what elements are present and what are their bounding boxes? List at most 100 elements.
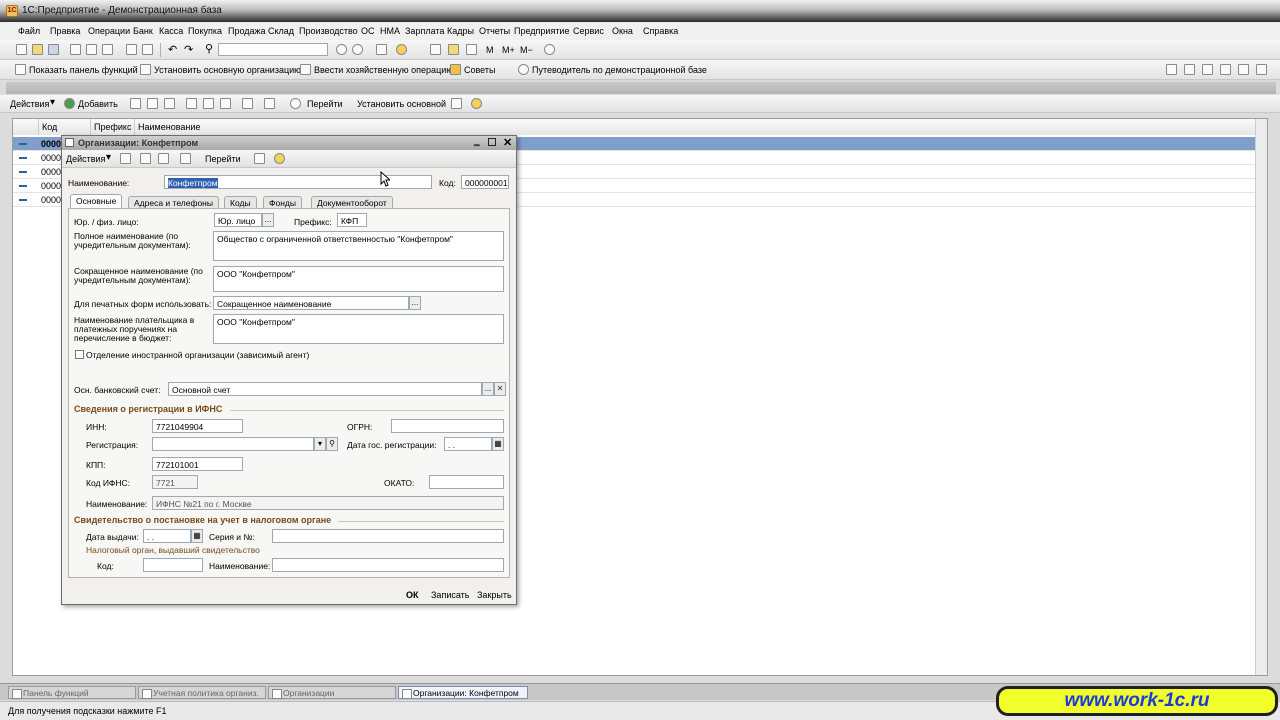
registration-dropdown-icon[interactable]: ▾ (314, 437, 326, 451)
new-icon[interactable] (16, 44, 27, 55)
fns-code-input[interactable]: 7721 (152, 475, 198, 489)
reg-date-calendar-icon[interactable]: ▦ (492, 437, 504, 451)
edit-icon[interactable] (147, 98, 158, 109)
prefix-input[interactable]: КФП (337, 213, 367, 227)
task-functions-panel[interactable]: Панель функций (8, 686, 136, 699)
tab-document-flow[interactable]: Документооборот (311, 196, 393, 208)
memory-mplus-icon[interactable]: M+ (502, 45, 515, 55)
memory-mminus-icon[interactable]: M− (520, 45, 533, 55)
minimize-icon[interactable]: ‗ (474, 136, 480, 147)
menu-windows[interactable]: Окна (612, 26, 633, 36)
right-tool-3-icon[interactable] (1202, 64, 1213, 75)
bank-account-clear-icon[interactable]: ✕ (494, 382, 506, 396)
tips-button[interactable]: Советы (464, 65, 495, 75)
code-input[interactable]: 000000001 (461, 175, 509, 189)
menu-fixed-assets[interactable]: ОС (361, 26, 375, 36)
delete-icon[interactable] (164, 98, 175, 109)
go-icon[interactable] (264, 98, 275, 109)
menu-service[interactable]: Сервис (573, 26, 604, 36)
filter-list-icon[interactable] (220, 98, 231, 109)
dialog-actions-arrow-icon[interactable]: ▾ (106, 152, 111, 163)
entity-type-select-button[interactable]: ... (262, 213, 274, 227)
refresh-icon[interactable] (290, 98, 301, 109)
memory-m-icon[interactable]: M (486, 45, 494, 55)
task-organizations[interactable]: Организации (268, 686, 396, 699)
ok-button[interactable]: ОК (406, 590, 419, 600)
copy-icon[interactable] (86, 44, 97, 55)
issuer-name-input[interactable] (272, 558, 504, 572)
menu-edit[interactable]: Правка (50, 26, 80, 36)
menu-production[interactable]: Производство (299, 26, 358, 36)
set-main-org-button[interactable]: Установить основную организацию (154, 65, 301, 75)
full-name-input[interactable]: Общество с ограниченной ответственностью… (213, 231, 504, 261)
show-panel-button[interactable]: Показать панель функций (29, 65, 138, 75)
foreign-branch-checkbox[interactable] (75, 350, 84, 359)
issue-date-input[interactable]: . . (143, 529, 191, 543)
menu-purchase[interactable]: Покупка (188, 26, 222, 36)
right-tool-4-icon[interactable] (1220, 64, 1231, 75)
dialog-save-icon[interactable] (120, 153, 131, 164)
dialog-copy-icon[interactable] (140, 153, 151, 164)
menu-hr[interactable]: Кадры (447, 26, 474, 36)
list-help-icon[interactable] (471, 98, 482, 109)
reg-date-input[interactable]: . . (444, 437, 492, 451)
dialog-settings-icon[interactable] (254, 153, 265, 164)
bank-account-input[interactable]: Основной счет (168, 382, 482, 396)
list-header-code[interactable]: Код (39, 119, 91, 135)
filter-off-icon[interactable] (242, 98, 253, 109)
menu-operations[interactable]: Операции (88, 26, 130, 36)
menu-cash[interactable]: Касса (159, 26, 183, 36)
save-icon[interactable] (48, 44, 59, 55)
dialog-help-icon[interactable] (274, 153, 285, 164)
guide-button[interactable]: Путеводитель по демонстрационной базе (532, 65, 707, 75)
ogrn-input[interactable] (391, 419, 504, 433)
bookmark-icon[interactable] (376, 44, 387, 55)
dialog-history-icon[interactable] (158, 153, 169, 164)
tab-addresses[interactable]: Адреса и телефоны (128, 196, 219, 208)
undo-icon[interactable]: ↶ (168, 43, 177, 56)
menu-sales[interactable]: Продажа (228, 26, 266, 36)
print-preview-icon[interactable] (126, 44, 137, 55)
dialog-go-icon[interactable] (180, 153, 191, 164)
journal-icon[interactable] (430, 44, 441, 55)
registration-search-icon[interactable]: ⚲ (326, 437, 338, 451)
fns-name-input[interactable]: ИФНС №21 по г. Москве (152, 496, 504, 510)
tab-codes[interactable]: Коды (224, 196, 257, 208)
list-header-prefix[interactable]: Префикс (91, 119, 135, 135)
filter-icon[interactable] (186, 98, 197, 109)
maximize-icon[interactable] (488, 138, 496, 146)
list-add-button[interactable]: Добавить (78, 99, 118, 109)
dialog-goto-menu[interactable]: Перейти (205, 154, 241, 164)
task-organization-konfetprom[interactable]: Организации: Конфетпром (398, 686, 528, 699)
filter-apply-icon[interactable] (203, 98, 214, 109)
inn-input[interactable]: 7721049904 (152, 419, 243, 433)
print-forms-select-button[interactable]: ... (409, 296, 421, 310)
list-header-name[interactable]: Наименование (135, 119, 1257, 135)
right-tool-5-icon[interactable] (1238, 64, 1249, 75)
right-tool-1-icon[interactable] (1166, 64, 1177, 75)
menu-warehouse[interactable]: Склад (268, 26, 294, 36)
menu-help[interactable]: Справка (643, 26, 678, 36)
quick-search-input[interactable] (218, 43, 328, 56)
list-goto-menu[interactable]: Перейти (307, 99, 343, 109)
tab-main[interactable]: Основные (70, 194, 123, 208)
find-prev-icon[interactable] (352, 44, 363, 55)
bank-account-select-button[interactable]: ... (482, 382, 494, 396)
kpp-input[interactable]: 772101001 (152, 457, 243, 471)
info-icon[interactable] (396, 44, 407, 55)
issuer-code-input[interactable] (143, 558, 203, 572)
print-forms-input[interactable]: Сокращенное наименование (213, 296, 409, 310)
close-button[interactable]: Закрыть (477, 590, 512, 600)
paste-icon[interactable] (102, 44, 113, 55)
copy-row-icon[interactable] (130, 98, 141, 109)
menu-enterprise[interactable]: Предприятие (514, 26, 569, 36)
menu-bank[interactable]: Банк (133, 26, 153, 36)
menu-reports[interactable]: Отчеты (479, 26, 510, 36)
tab-funds[interactable]: Фонды (263, 196, 302, 208)
right-tool-6-icon[interactable] (1256, 64, 1267, 75)
find-next-icon[interactable] (336, 44, 347, 55)
help-tool-icon[interactable] (544, 44, 555, 55)
calendar-icon[interactable] (448, 44, 459, 55)
task-accounting-policy[interactable]: Учетная политика организ. (138, 686, 266, 699)
enter-operation-button[interactable]: Ввести хозяйственную операцию (314, 65, 453, 75)
